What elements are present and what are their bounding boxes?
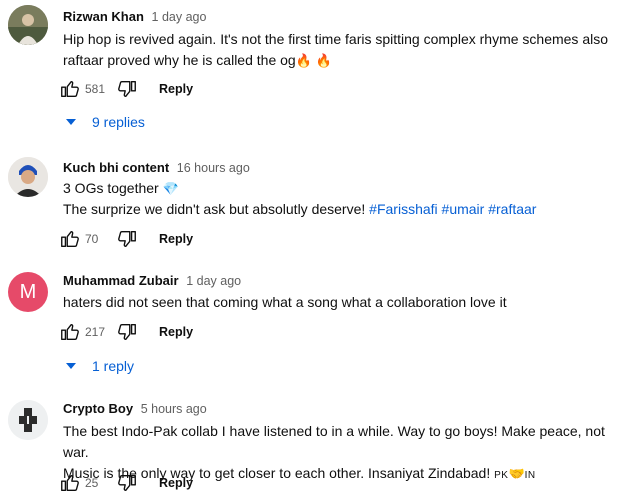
view-replies-button[interactable]: 1 reply xyxy=(66,358,134,374)
comment-author[interactable]: Kuch bhi content xyxy=(63,160,169,175)
like-count: 25 xyxy=(85,476,99,490)
comment-header: Rizwan Khan 1 day ago xyxy=(63,8,206,26)
like-button[interactable] xyxy=(58,77,82,101)
thumb-down-icon xyxy=(118,230,136,248)
hashtag-link[interactable]: #raftaar xyxy=(488,201,536,217)
like-count: 217 xyxy=(85,325,106,339)
view-replies-button[interactable]: 9 replies xyxy=(66,114,145,130)
comment-header: Muhammad Zubair 1 day ago xyxy=(63,272,241,290)
comment-actions: 70 Reply xyxy=(58,227,193,251)
comment-line: The best Indo-Pak collab I have listened… xyxy=(63,423,605,460)
avatar[interactable] xyxy=(8,157,48,197)
comment-text: Hip hop is revived again. It's not the f… xyxy=(63,29,628,71)
thumb-down-icon xyxy=(118,323,136,341)
comment-actions: 217 Reply xyxy=(58,320,193,344)
comment-actions: 25 Reply xyxy=(58,471,193,495)
dislike-button[interactable] xyxy=(115,471,139,495)
thumb-up-icon xyxy=(61,230,79,248)
dislike-button[interactable] xyxy=(115,77,139,101)
comment-text: 3 OGs together 💎 The surprize we didn't … xyxy=(63,178,628,220)
comment-header: Kuch bhi content 16 hours ago xyxy=(63,159,250,177)
comment-time[interactable]: 1 day ago xyxy=(186,274,241,288)
reply-button[interactable]: Reply xyxy=(159,321,193,343)
replies-label: 1 reply xyxy=(92,358,135,374)
handshake-emoji: 🤝 xyxy=(508,466,525,481)
reply-button[interactable]: Reply xyxy=(159,472,193,494)
like-button[interactable] xyxy=(58,227,82,251)
chevron-down-icon xyxy=(66,363,76,369)
avatar[interactable]: M xyxy=(8,272,48,312)
comment-line: 3 OGs together xyxy=(63,180,159,196)
gem-emoji: 💎 xyxy=(162,181,179,196)
comment-line: Hip hop is revived again. It's not the f… xyxy=(63,31,609,47)
like-button[interactable] xyxy=(58,320,82,344)
comment-author[interactable]: Rizwan Khan xyxy=(63,9,144,24)
dislike-button[interactable] xyxy=(115,320,139,344)
thumb-up-icon xyxy=(61,474,79,492)
reply-button[interactable]: Reply xyxy=(159,228,193,250)
dislike-button[interactable] xyxy=(115,227,139,251)
like-button[interactable] xyxy=(58,471,82,495)
comment-text: haters did not seen that coming what a s… xyxy=(63,292,628,313)
comment-author[interactable]: Crypto Boy xyxy=(63,401,133,416)
avatar[interactable] xyxy=(8,5,48,45)
thumb-down-icon xyxy=(118,474,136,492)
comment-actions: 581 Reply xyxy=(58,77,193,101)
fire-emoji: 🔥 🔥 xyxy=(295,53,332,68)
replies-label: 9 replies xyxy=(92,114,145,130)
comment-line: The surprize we didn't ask but absolutly… xyxy=(63,201,366,217)
comment-time[interactable]: 16 hours ago xyxy=(177,161,250,175)
comment-header: Crypto Boy 5 hours ago xyxy=(63,400,207,418)
thumb-up-icon xyxy=(61,323,79,341)
reply-button[interactable]: Reply xyxy=(159,78,193,100)
hashtag-link[interactable]: #umair xyxy=(442,201,485,217)
hashtag-link[interactable]: #Farisshafi xyxy=(369,201,437,217)
comment-time[interactable]: 5 hours ago xyxy=(141,402,207,416)
chevron-down-icon xyxy=(66,119,76,125)
comment-time[interactable]: 1 day ago xyxy=(152,10,207,24)
comment-line: haters did not seen that coming what a s… xyxy=(63,294,507,310)
flag-pk: PK xyxy=(494,470,509,481)
like-count: 70 xyxy=(85,232,99,246)
flag-in: IN xyxy=(524,470,536,481)
avatar[interactable] xyxy=(8,400,48,440)
thumb-up-icon xyxy=(61,80,79,98)
comment-author[interactable]: Muhammad Zubair xyxy=(63,273,179,288)
thumb-down-icon xyxy=(118,80,136,98)
like-count: 581 xyxy=(85,82,106,96)
avatar-letter: M xyxy=(19,280,37,303)
comment-line: raftaar proved why he is called the og xyxy=(63,52,296,68)
